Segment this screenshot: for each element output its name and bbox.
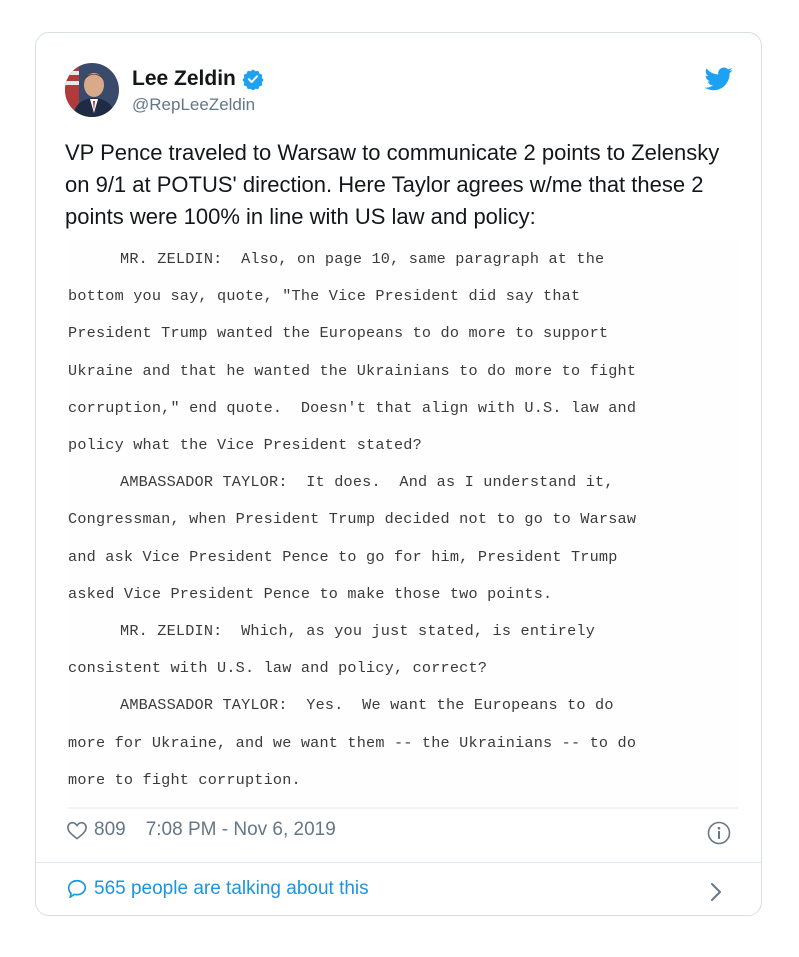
timestamp[interactable]: 7:08 PM - Nov 6, 2019 <box>146 819 336 841</box>
transcript-line: asked Vice President Pence to make those… <box>68 584 553 603</box>
chevron-right-icon[interactable] <box>709 881 723 903</box>
transcript-line: MR. ZELDIN: Which, as you just stated, i… <box>120 622 596 641</box>
bird-icon[interactable] <box>705 67 733 91</box>
author-name[interactable]: Lee Zeldin <box>132 67 236 91</box>
transcript-line: and ask Vice President Pence to go for h… <box>68 547 618 566</box>
transcript-image[interactable]: MR. ZELDIN: Also, on page 10, same parag… <box>68 241 738 809</box>
transcript-line: more to fight corruption. <box>68 770 301 789</box>
transcript-line: more for Ukraine, and we want them -- th… <box>68 733 637 752</box>
transcript-line: MR. ZELDIN: Also, on page 10, same parag… <box>120 250 605 268</box>
transcript-line: Congressman, when President Trump decide… <box>68 510 637 529</box>
like-count[interactable]: 809 <box>94 819 126 841</box>
transcript-line: President Trump wanted the Europeans to … <box>68 324 609 343</box>
tweet-card[interactable]: Lee Zeldin @RepLeeZeldin VP Pence travel… <box>35 32 762 916</box>
speech-bubble-icon <box>67 879 87 899</box>
transcript-line: AMBASSADOR TAYLOR: It does. And as I und… <box>120 473 614 492</box>
transcript-line: corruption," end quote. Doesn't that ali… <box>68 398 637 417</box>
transcript-line: bottom you say, quote, "The Vice Preside… <box>68 287 581 306</box>
transcript-line: consistent with U.S. law and policy, cor… <box>68 659 488 678</box>
conversation-link[interactable]: 565 people are talking about this <box>66 878 369 900</box>
avatar[interactable] <box>65 63 119 117</box>
info-icon[interactable] <box>707 821 731 845</box>
conversation-text[interactable]: 565 people are talking about this <box>94 878 369 900</box>
transcript-line: policy what the Vice President stated? <box>68 436 422 455</box>
verified-badge-icon <box>242 69 264 90</box>
transcript-line: AMBASSADOR TAYLOR: Yes. We want the Euro… <box>120 696 614 715</box>
author-handle[interactable]: @RepLeeZeldin <box>132 95 255 115</box>
transcript-line: Ukraine and that he wanted the Ukrainian… <box>68 361 637 380</box>
tweet-meta: 809 7:08 PM - Nov 6, 2019 <box>66 819 336 841</box>
heart-icon[interactable] <box>66 820 88 840</box>
divider <box>36 862 761 863</box>
tweet-text: VP Pence traveled to Warsaw to communica… <box>65 140 720 229</box>
